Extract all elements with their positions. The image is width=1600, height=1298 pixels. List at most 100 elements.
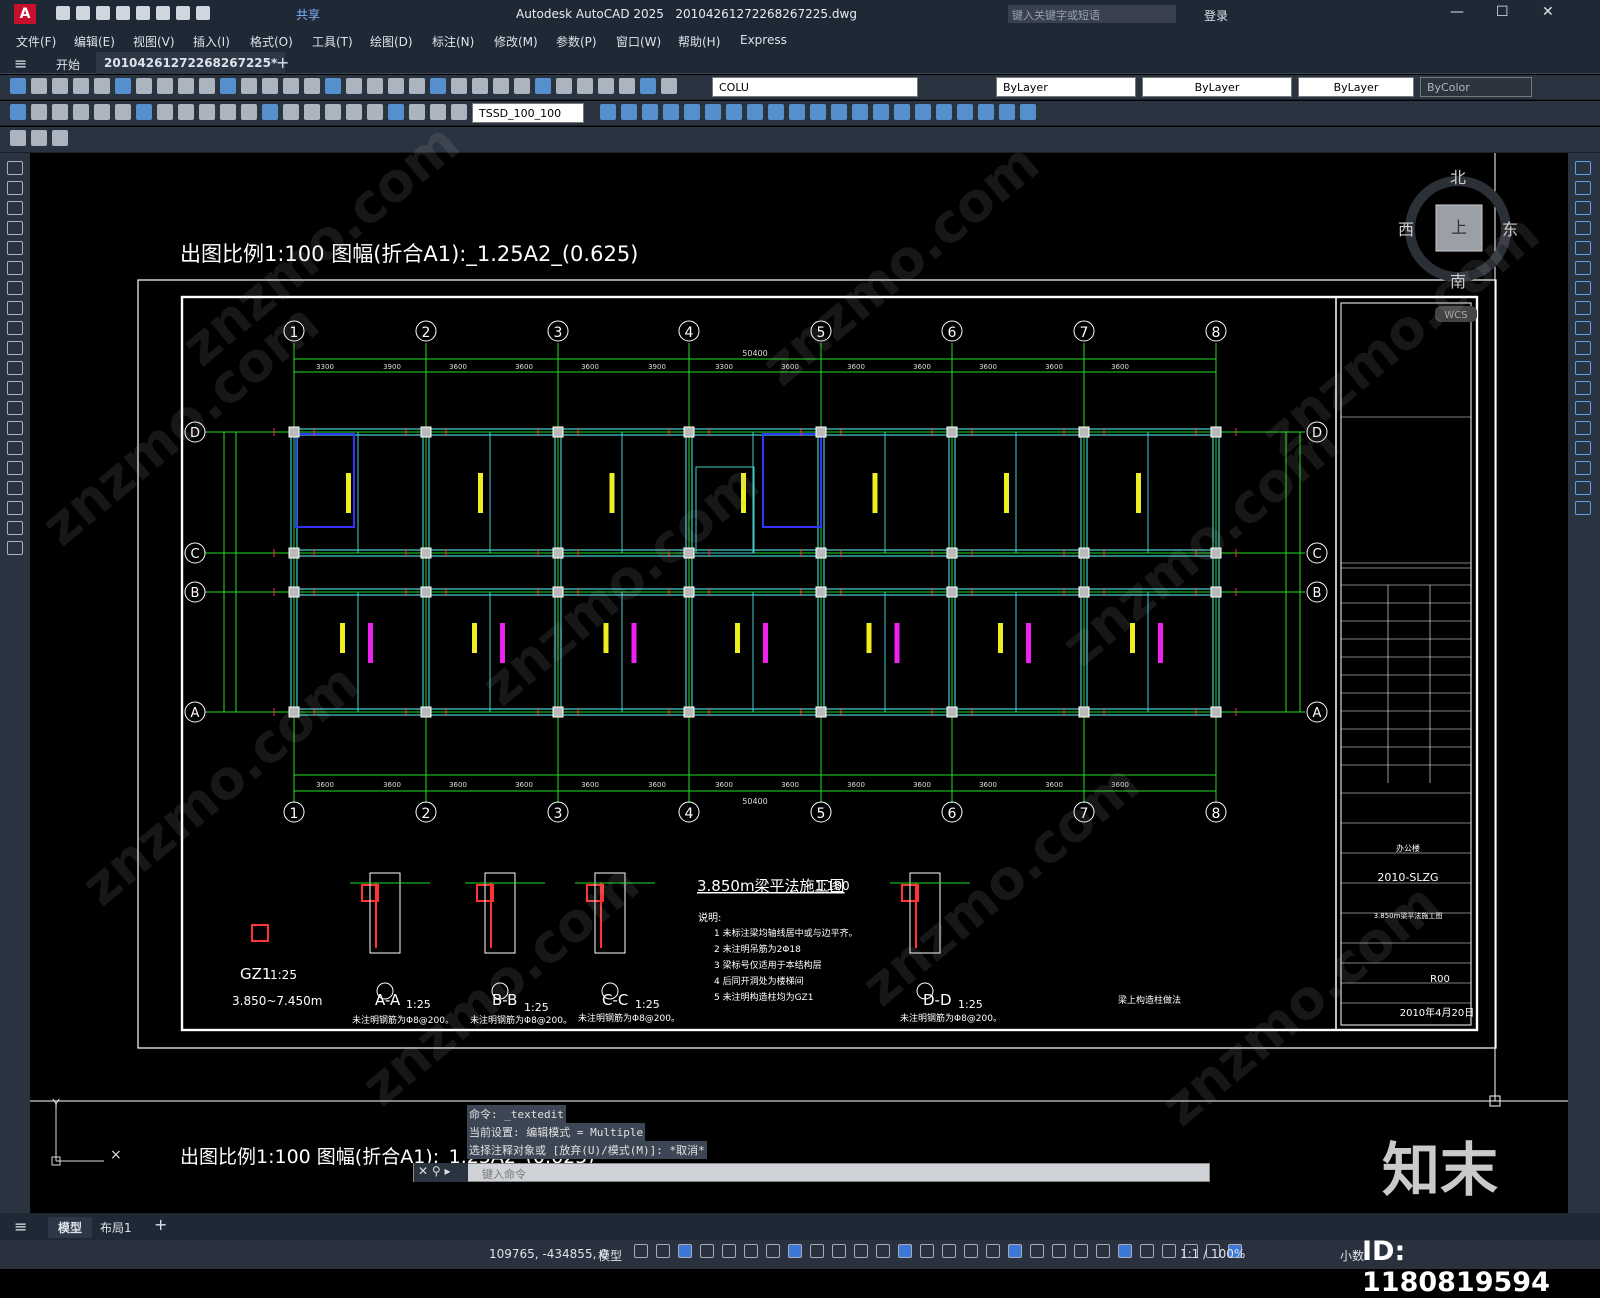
modify-tool-icon[interactable] — [1575, 181, 1591, 195]
annotation-scale[interactable]: 1:1 / 100% — [1180, 1247, 1245, 1261]
tool-icon[interactable] — [346, 78, 362, 94]
share-button[interactable]: 共享 — [296, 6, 320, 23]
draw-tool-icon[interactable] — [7, 161, 23, 175]
tool-icon[interactable] — [157, 104, 173, 120]
tool-icon[interactable] — [31, 104, 47, 120]
tool-icon[interactable] — [283, 104, 299, 120]
tool-icon[interactable] — [430, 104, 446, 120]
layer-dropdown[interactable]: COLU — [712, 77, 918, 97]
tool-icon[interactable] — [157, 78, 173, 94]
tool-icon[interactable] — [10, 104, 26, 120]
tool-icon[interactable] — [577, 78, 593, 94]
status-toggle-icon[interactable] — [876, 1244, 890, 1258]
maximize-icon[interactable]: ☐ — [1496, 4, 1509, 20]
viewcube[interactable]: 上 北 南 西 东 WCS — [1398, 168, 1518, 322]
tool-icon[interactable] — [556, 78, 572, 94]
tool-icon[interactable] — [52, 104, 68, 120]
tool-icon[interactable] — [409, 104, 425, 120]
tool-icon[interactable] — [325, 78, 341, 94]
plotstyle-dropdown[interactable]: ByColor — [1420, 77, 1532, 97]
tool-icon[interactable] — [894, 104, 910, 120]
cmd-close-icon[interactable]: ✕ ⚲ ▸ — [414, 1163, 468, 1182]
tool-icon[interactable] — [810, 104, 826, 120]
status-toggle-icon[interactable] — [700, 1244, 714, 1258]
tool-icon[interactable] — [621, 104, 637, 120]
status-toggle-icon[interactable] — [744, 1244, 758, 1258]
modify-tool-icon[interactable] — [1575, 241, 1591, 255]
menu-help[interactable]: 帮助(H) — [678, 33, 720, 50]
add-layout-icon[interactable]: + — [154, 1215, 167, 1234]
tool-icon[interactable] — [31, 130, 47, 146]
menu-tools[interactable]: 工具(T) — [312, 33, 353, 50]
modify-tool-icon[interactable] — [1575, 161, 1591, 175]
status-toggle-icon[interactable] — [1096, 1244, 1110, 1258]
tool-icon[interactable] — [178, 104, 194, 120]
draw-tool-icon[interactable] — [7, 321, 23, 335]
tool-icon[interactable] — [747, 104, 763, 120]
drawing-canvas[interactable]: 1 1 2 2 3 3 4 4 5 5 6 6 7 7 8 8 D D C C B B A A 3300 3900 3600 3600… — [30, 111, 1568, 1213]
model-space-toggle[interactable]: 模型 — [598, 1247, 622, 1264]
draw-tool-icon[interactable] — [7, 381, 23, 395]
tool-icon[interactable] — [978, 104, 994, 120]
modify-tool-icon[interactable] — [1575, 441, 1591, 455]
draw-tool-icon[interactable] — [7, 541, 23, 555]
status-toggle-icon[interactable] — [920, 1244, 934, 1258]
draw-tool-icon[interactable] — [7, 501, 23, 515]
menu-file[interactable]: 文件(F) — [16, 33, 56, 50]
status-toggle-icon[interactable] — [898, 1244, 912, 1258]
status-toggle-icon[interactable] — [722, 1244, 736, 1258]
modify-tool-icon[interactable] — [1575, 381, 1591, 395]
tool-icon[interactable] — [957, 104, 973, 120]
tool-icon[interactable] — [346, 104, 362, 120]
linetype-dropdown[interactable]: ByLayer — [1142, 77, 1292, 97]
status-toggle-icon[interactable] — [634, 1244, 648, 1258]
tool-icon[interactable] — [199, 78, 215, 94]
menu-insert[interactable]: 插入(I) — [193, 33, 230, 50]
draw-tool-icon[interactable] — [7, 281, 23, 295]
tool-icon[interactable] — [52, 130, 68, 146]
modify-tool-icon[interactable] — [1575, 221, 1591, 235]
draw-tool-icon[interactable] — [7, 361, 23, 375]
status-toggle-icon[interactable] — [1074, 1244, 1088, 1258]
status-toggle-icon[interactable] — [942, 1244, 956, 1258]
tool-icon[interactable] — [663, 104, 679, 120]
tool-icon[interactable] — [598, 78, 614, 94]
status-toggle-icon[interactable] — [656, 1244, 670, 1258]
tool-icon[interactable] — [600, 104, 616, 120]
status-toggle-icon[interactable] — [766, 1244, 780, 1258]
tool-icon[interactable] — [873, 104, 889, 120]
draw-tool-icon[interactable] — [7, 241, 23, 255]
status-toggle-icon[interactable] — [1118, 1244, 1132, 1258]
menu-modify[interactable]: 修改(M) — [494, 33, 538, 50]
draw-tool-icon[interactable] — [7, 521, 23, 535]
save-icon[interactable] — [96, 6, 110, 20]
modify-tool-icon[interactable] — [1575, 501, 1591, 515]
tool-icon[interactable] — [178, 78, 194, 94]
autocad-logo[interactable]: A — [14, 4, 36, 24]
status-toggle-icon[interactable] — [788, 1244, 802, 1258]
modify-tool-icon[interactable] — [1575, 461, 1591, 475]
tool-icon[interactable] — [388, 104, 404, 120]
menu-dimension[interactable]: 标注(N) — [432, 33, 474, 50]
color-dropdown[interactable]: ByLayer — [996, 77, 1136, 97]
tool-icon[interactable] — [199, 104, 215, 120]
tool-icon[interactable] — [999, 104, 1015, 120]
tool-icon[interactable] — [262, 104, 278, 120]
tool-icon[interactable] — [831, 104, 847, 120]
tool-icon[interactable] — [220, 78, 236, 94]
status-toggle-icon[interactable] — [1140, 1244, 1154, 1258]
tool-icon[interactable] — [430, 78, 446, 94]
modify-tool-icon[interactable] — [1575, 361, 1591, 375]
tool-icon[interactable] — [619, 78, 635, 94]
tab-document[interactable]: 20104261272268267225* — [96, 52, 286, 74]
redo-icon[interactable] — [196, 6, 210, 20]
tool-icon[interactable] — [705, 104, 721, 120]
menu-edit[interactable]: 编辑(E) — [74, 33, 115, 50]
tool-icon[interactable] — [241, 78, 257, 94]
tool-icon[interactable] — [115, 78, 131, 94]
status-toggle-icon[interactable] — [964, 1244, 978, 1258]
draw-tool-icon[interactable] — [7, 301, 23, 315]
tool-icon[interactable] — [789, 104, 805, 120]
tool-icon[interactable] — [661, 78, 677, 94]
tool-icon[interactable] — [10, 130, 26, 146]
